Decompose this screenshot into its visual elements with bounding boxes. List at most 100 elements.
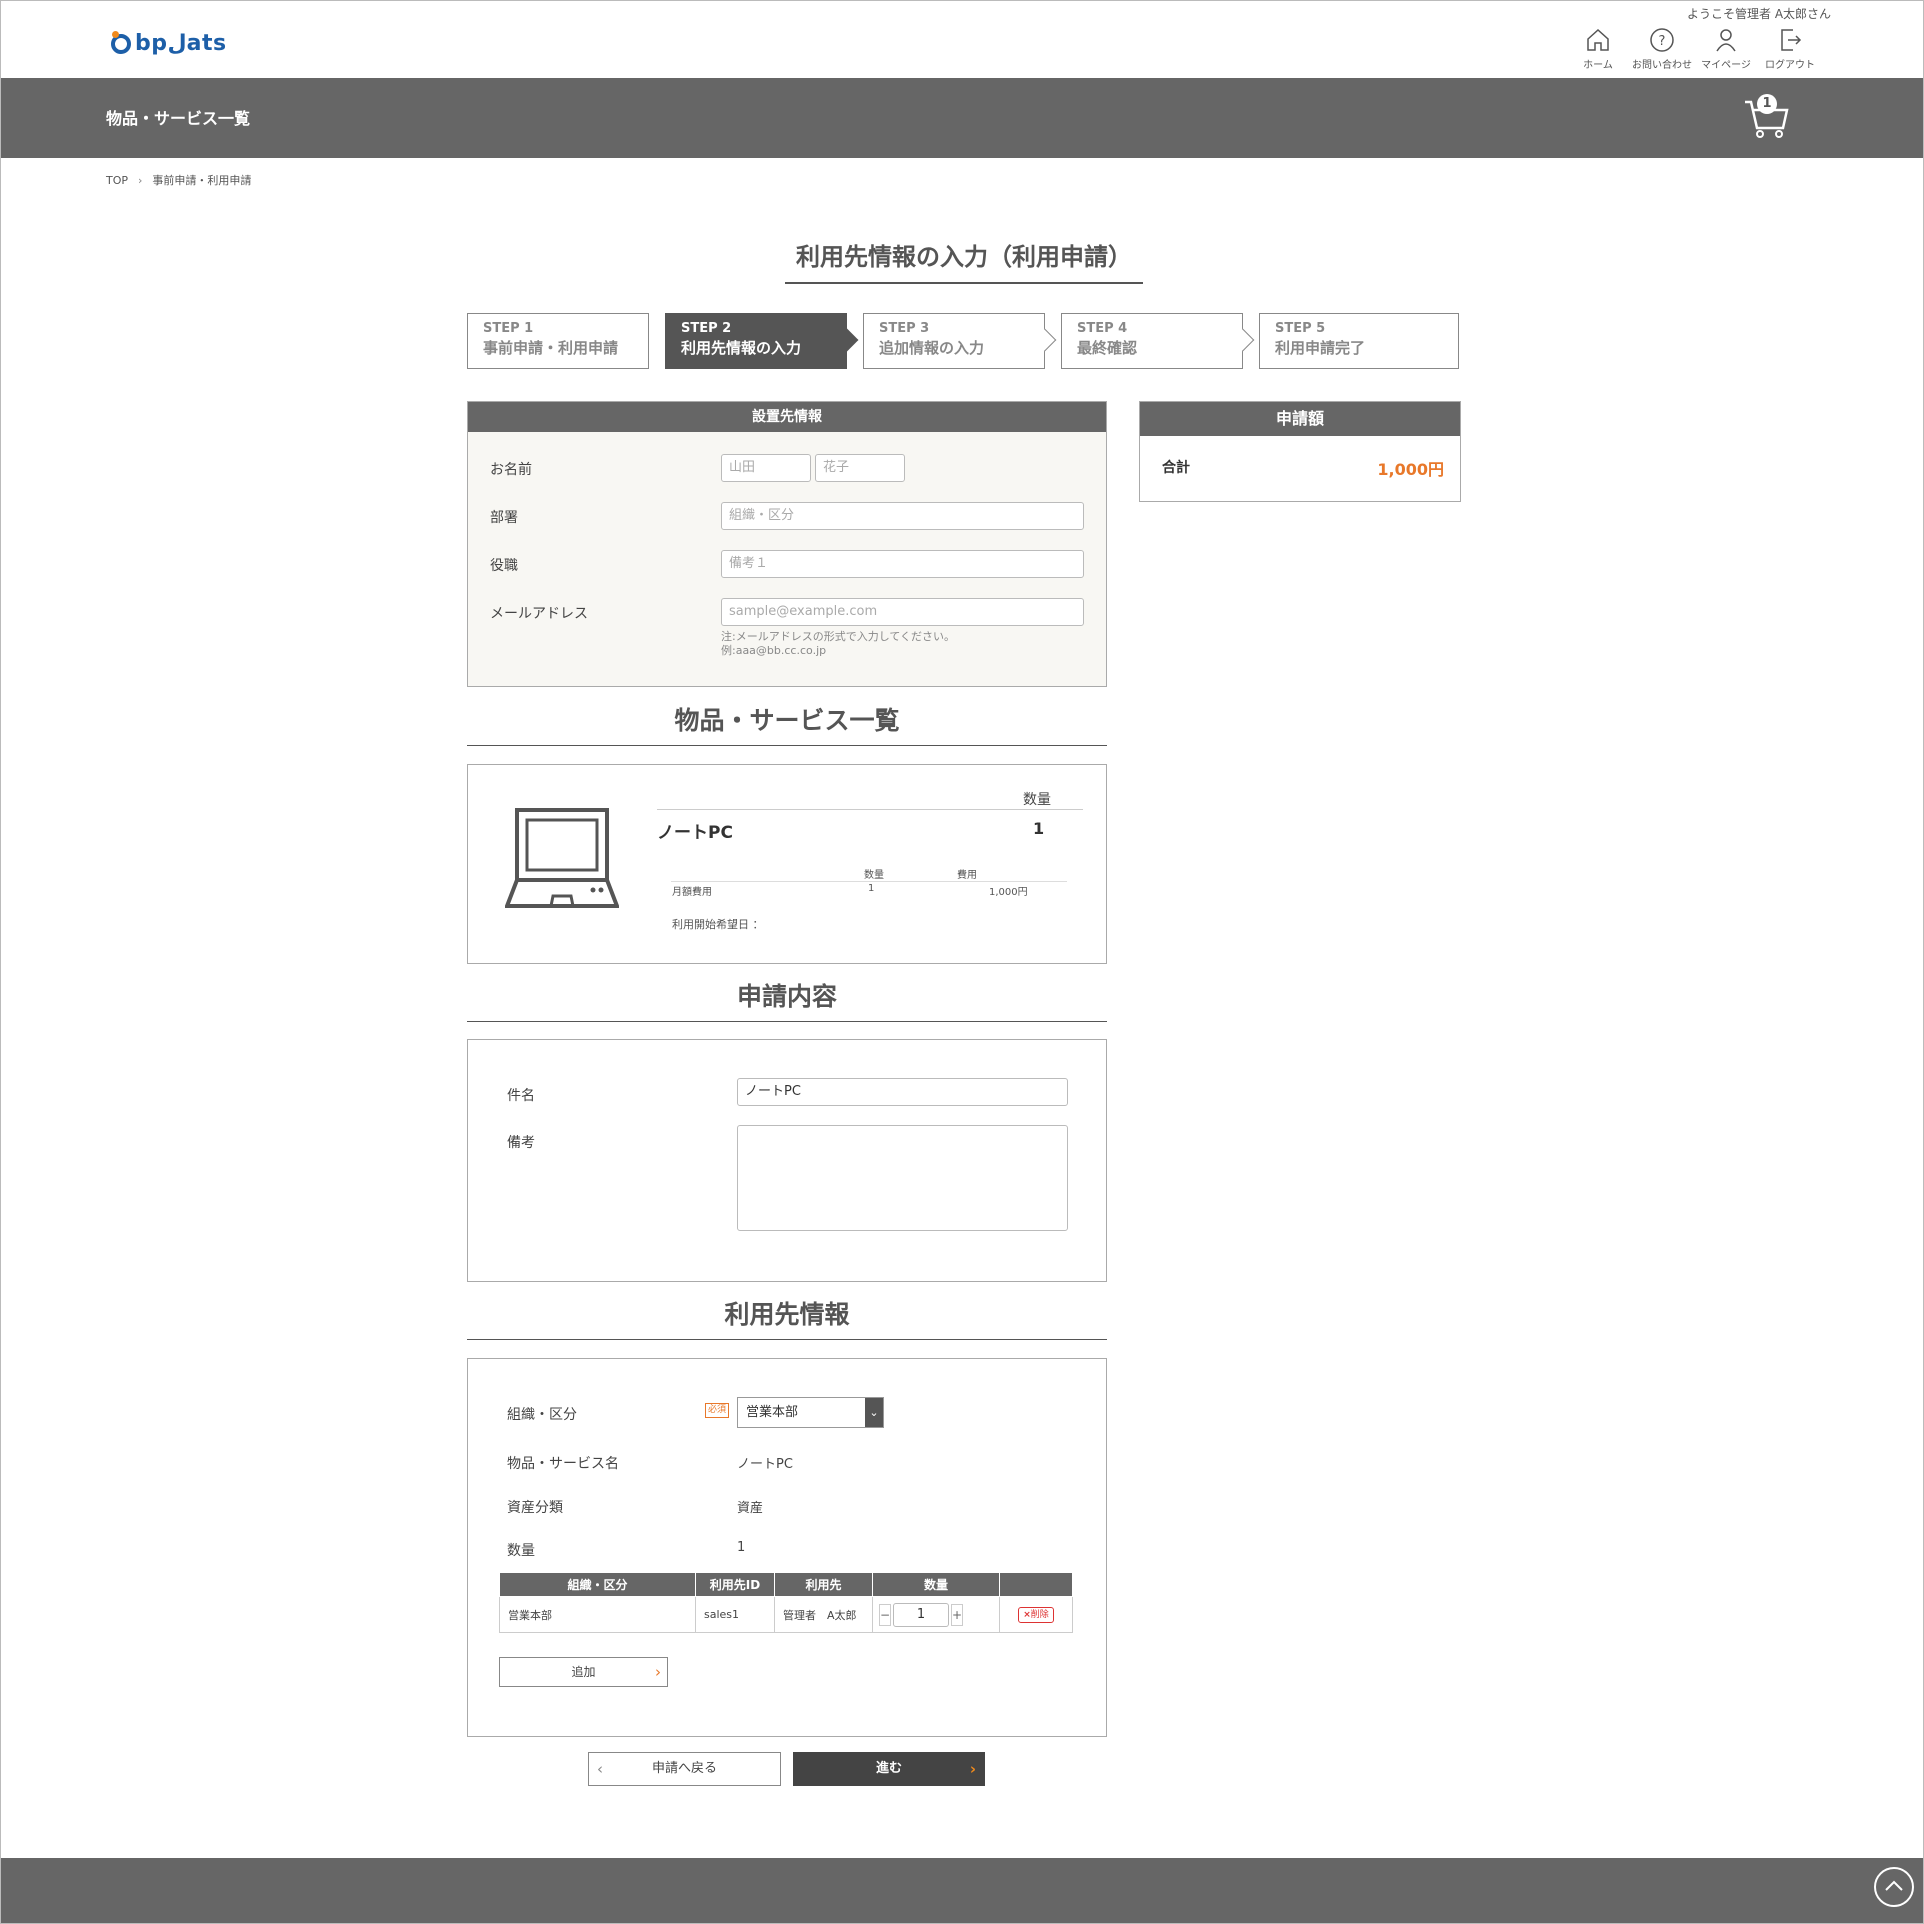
qty-label: 数量 bbox=[507, 1543, 535, 1559]
first-name-input[interactable]: 花子 bbox=[815, 454, 905, 482]
last-name-input[interactable]: 山田 bbox=[721, 454, 811, 482]
col-org: 組織・区分 bbox=[499, 1572, 696, 1597]
breadcrumb: TOP › 事前申請・利用申請 bbox=[106, 172, 251, 188]
subject-label: 件名 bbox=[507, 1088, 535, 1104]
org-select[interactable]: 営業本部 ⌄ bbox=[737, 1397, 884, 1428]
step-1-number: STEP 1 bbox=[483, 321, 534, 336]
breadcrumb-top[interactable]: TOP bbox=[106, 174, 128, 187]
chevron-up-icon bbox=[1885, 1880, 1903, 1891]
cart-button[interactable]: 1 bbox=[1743, 94, 1789, 140]
next-button[interactable]: 進む › bbox=[793, 1752, 985, 1786]
asset-label: 資産分類 bbox=[507, 1500, 563, 1516]
request-heading: 申請内容 bbox=[467, 977, 1107, 1022]
divider bbox=[657, 809, 1083, 810]
home-icon bbox=[1587, 28, 1609, 51]
step-3-label: 追加情報の入力 bbox=[879, 339, 985, 357]
welcome-message: ようこそ管理者 A太郎さん bbox=[1687, 7, 1832, 21]
col-user-id: 利用先ID bbox=[695, 1572, 775, 1597]
delete-label: 削除 bbox=[1030, 1609, 1049, 1620]
row-qty-input[interactable]: 1 bbox=[893, 1602, 949, 1627]
subject-input[interactable]: ノートPC bbox=[737, 1078, 1068, 1106]
back-button[interactable]: ‹ 申請へ戻る bbox=[588, 1752, 781, 1786]
chevron-left-icon: ‹ bbox=[597, 1760, 603, 1778]
back-button-label: 申請へ戻る bbox=[651, 1761, 717, 1776]
chevron-down-icon: ⌄ bbox=[865, 1398, 883, 1427]
title-label: 役職 bbox=[490, 558, 518, 574]
footer bbox=[1, 1858, 1923, 1923]
step-3-number: STEP 3 bbox=[879, 321, 930, 336]
email-input[interactable]: sample@example.com bbox=[721, 598, 1084, 626]
total-value: 1,000円 bbox=[1377, 460, 1444, 479]
start-date-label: 利用開始希望日 ： bbox=[672, 918, 764, 931]
step-5-number: STEP 5 bbox=[1275, 321, 1326, 336]
bplats-logo[interactable]: bpلats bbox=[111, 30, 227, 56]
qty-value: 1 bbox=[737, 1540, 746, 1555]
help-icon: ? bbox=[1650, 28, 1674, 52]
install-info-heading: 設置先情報 bbox=[468, 402, 1106, 432]
minus-button[interactable]: − bbox=[879, 1603, 891, 1626]
qty-header: 数量 bbox=[1023, 792, 1051, 808]
products-heading: 物品・サービス一覧 bbox=[467, 701, 1107, 746]
step-4-label: 最終確認 bbox=[1077, 339, 1138, 357]
row-org: 営業本部 bbox=[499, 1596, 696, 1633]
nav-home[interactable]: ホーム bbox=[1563, 27, 1633, 71]
total-label: 合計 bbox=[1162, 460, 1190, 476]
title-bar: 物品・サービス一覧 1 bbox=[1, 78, 1923, 158]
email-note: 注:メールアドレスの形式で入力してください。 bbox=[721, 630, 956, 643]
chevron-right-icon: › bbox=[138, 173, 143, 187]
chevron-right-icon: › bbox=[969, 1760, 976, 1778]
row-user: 管理者 A太郎 bbox=[774, 1596, 873, 1633]
monthly-fee-qty: 1 bbox=[868, 883, 875, 894]
summary-heading: 申請額 bbox=[1140, 402, 1460, 436]
summary-panel: 申請額 合計 1,000円 bbox=[1139, 401, 1461, 502]
nav-mypage[interactable]: マイページ bbox=[1691, 27, 1761, 71]
sub-qty-header: 数量 bbox=[864, 870, 884, 881]
logout-icon bbox=[1781, 29, 1802, 51]
name-label: お名前 bbox=[490, 462, 532, 478]
dept-label: 部署 bbox=[490, 510, 518, 526]
step-1: STEP 1 事前申請・利用申請 bbox=[467, 313, 649, 369]
col-qty: 数量 bbox=[872, 1572, 1000, 1597]
step-3: STEP 3 追加情報の入力 bbox=[863, 313, 1057, 369]
row-qty-stepper: − 1 + bbox=[872, 1596, 1000, 1633]
page-title: 利用先情報の入力（利用申請） bbox=[785, 237, 1143, 284]
col-user: 利用先 bbox=[774, 1572, 873, 1597]
position-input[interactable]: 備考１ bbox=[721, 550, 1084, 578]
plus-button[interactable]: + bbox=[951, 1603, 963, 1626]
user-icon bbox=[1716, 29, 1736, 52]
logo-mark-icon bbox=[111, 30, 131, 54]
product-name: ノートPC bbox=[657, 823, 733, 843]
table-header-row: 組織・区分 利用先ID 利用先 数量 bbox=[499, 1572, 1073, 1597]
add-button[interactable]: 追加 › bbox=[499, 1657, 668, 1687]
remarks-textarea[interactable] bbox=[737, 1125, 1068, 1231]
product-name-value: ノートPC bbox=[737, 1457, 793, 1472]
step-arrow bbox=[1231, 328, 1255, 352]
remarks-label: 備考 bbox=[507, 1135, 535, 1151]
add-button-label: 追加 bbox=[571, 1665, 596, 1679]
breadcrumb-current: 事前申請・利用申請 bbox=[152, 174, 252, 187]
required-badge: 必須 bbox=[705, 1403, 730, 1418]
next-button-label: 進む bbox=[875, 1761, 902, 1776]
nav-logout[interactable]: ログアウト bbox=[1755, 27, 1825, 71]
step-4-number: STEP 4 bbox=[1077, 321, 1128, 336]
monthly-fee-cost: 1,000円 bbox=[989, 887, 1028, 898]
col-action bbox=[999, 1572, 1073, 1597]
chevron-right-icon: › bbox=[655, 1663, 661, 1681]
close-icon: × bbox=[1023, 1609, 1031, 1620]
nav-contact-label: お問い合わせ bbox=[1632, 60, 1692, 71]
nav-home-label: ホーム bbox=[1583, 60, 1613, 71]
back-to-top-button[interactable] bbox=[1874, 1867, 1914, 1907]
delete-button[interactable]: ×削除 bbox=[1018, 1606, 1054, 1623]
table-row: 営業本部 sales1 管理者 A太郎 − 1 + ×削除 bbox=[499, 1596, 1073, 1633]
step-1-label: 事前申請・利用申請 bbox=[483, 339, 619, 357]
step-5: STEP 5 利用申請完了 bbox=[1259, 313, 1459, 369]
nav-contact[interactable]: ? お問い合わせ bbox=[1627, 27, 1697, 71]
dept-input[interactable]: 組織・区分 bbox=[721, 502, 1084, 530]
sub-cost-header: 費用 bbox=[957, 870, 977, 881]
email-label: メールアドレス bbox=[490, 606, 588, 622]
step-5-label: 利用申請完了 bbox=[1275, 339, 1366, 357]
logo-text: bpلats bbox=[135, 31, 227, 56]
step-2-number: STEP 2 bbox=[681, 321, 732, 336]
row-user-id: sales1 bbox=[695, 1596, 775, 1633]
svg-text:?: ? bbox=[1659, 34, 1666, 49]
